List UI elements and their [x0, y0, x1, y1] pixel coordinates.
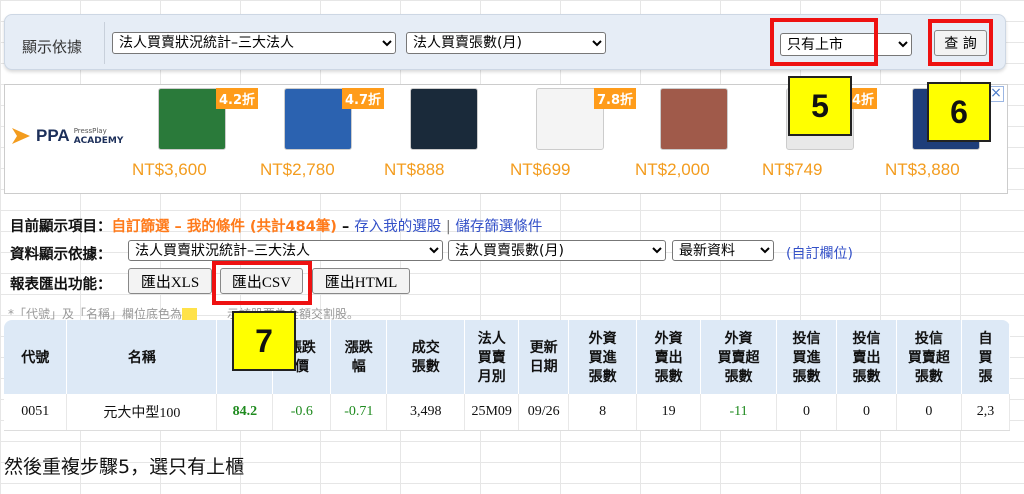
- column-header[interactable]: 外資 賣出 張數: [636, 320, 702, 394]
- column-header[interactable]: 外資 買進 張數: [568, 320, 638, 394]
- note-text-pre: *「代號」及「名稱」欄位底色為: [8, 307, 183, 321]
- column-header[interactable]: 成交 張數: [386, 320, 466, 394]
- column-header[interactable]: 更新 日期: [518, 320, 570, 394]
- table-cell: 0: [896, 394, 962, 431]
- table-cell: 84.2: [216, 394, 274, 431]
- column-header[interactable]: 外資 買賣超 張數: [700, 320, 778, 394]
- ad-course-image[interactable]: [660, 88, 728, 150]
- stock-table: 代號名稱成漲跌價漲跌幅成交張數法人買賣月別更新日期外資買進張數外資賣出張數外資買…: [4, 320, 1010, 432]
- ad-brand: PPA: [36, 126, 70, 145]
- save-selection-link[interactable]: 存入我的選股: [354, 219, 441, 235]
- ad-price[interactable]: NT$2,000: [635, 160, 710, 180]
- current-label: 目前顯示項目：: [10, 219, 112, 235]
- column-header[interactable]: 自買張: [961, 320, 1010, 394]
- column-header[interactable]: 漲跌幅: [330, 320, 388, 394]
- column-header[interactable]: 投信 買賣超 張數: [896, 320, 962, 394]
- ad-discount-badge: 4.2折: [216, 88, 259, 109]
- current-display-line: 目前顯示項目：自訂篩選 – 我的條件 (共計484筆) – 存入我的選股 | 儲…: [10, 215, 542, 236]
- export-xls-button[interactable]: 匯出XLS: [128, 268, 212, 294]
- ad-course-image[interactable]: [410, 88, 478, 150]
- callout-step-7: 7: [232, 311, 296, 371]
- ad-brand-sub: ACADEMY: [73, 136, 124, 146]
- table-cell[interactable]: 元大中型100: [66, 394, 218, 431]
- data-basis-latest-select[interactable]: 最新資料: [672, 240, 774, 261]
- column-header[interactable]: 投信 賣出 張數: [836, 320, 897, 394]
- ad-price[interactable]: NT$2,780: [260, 160, 335, 180]
- ad-price[interactable]: NT$749: [762, 160, 822, 180]
- table-cell: 25M09: [464, 394, 520, 431]
- ad-discount-badge: 4.7折: [342, 88, 385, 109]
- export-label: 報表匯出功能：: [10, 277, 112, 293]
- play-logo-icon: [12, 128, 30, 144]
- table-cell: 2,3: [961, 394, 1010, 431]
- ad-price[interactable]: NT$888: [384, 160, 444, 180]
- table-cell[interactable]: 0051: [4, 394, 68, 431]
- table-cell: -0.6: [272, 394, 332, 431]
- table-cell: 0: [836, 394, 897, 431]
- filter-period-select[interactable]: 法人買賣張數(月): [406, 32, 606, 54]
- data-basis-label: 資料顯示依據：: [10, 247, 112, 263]
- column-header[interactable]: 法人 買賣 月別: [464, 320, 520, 394]
- custom-column-link[interactable]: (自訂欄位): [786, 243, 853, 263]
- export-html-button[interactable]: 匯出HTML: [312, 268, 410, 294]
- ad-price[interactable]: NT$699: [510, 160, 570, 180]
- table-cell: 19: [636, 394, 702, 431]
- callout-step-5: 5: [788, 76, 852, 136]
- callout-step-6: 6: [927, 82, 991, 142]
- table-cell: 8: [568, 394, 638, 431]
- instruction-text: 然後重複步驟5，選只有上櫃: [4, 456, 245, 478]
- table-cell: 3,498: [386, 394, 466, 431]
- filter-label: 顯示依據: [22, 38, 83, 56]
- data-basis-type-select[interactable]: 法人買賣狀況統計–三大法人: [128, 240, 443, 261]
- table-cell: 09/26: [518, 394, 570, 431]
- link-separator: |: [441, 219, 456, 235]
- column-header[interactable]: 名稱: [66, 320, 218, 394]
- ad-brand-small: PressPlay: [73, 127, 107, 135]
- current-dash: –: [336, 219, 355, 235]
- table-row[interactable]: 0051 元大中型100 84.2 -0.6 -0.71 3,498 25M09 09/26 8…: [4, 394, 1010, 431]
- ad-logo[interactable]: PPA PressPlay ACADEMY: [10, 126, 123, 146]
- column-header[interactable]: 代號: [4, 320, 68, 394]
- ad-price[interactable]: NT$3,600: [132, 160, 207, 180]
- table-cell: -11: [700, 394, 778, 431]
- highlight-market-select: [770, 18, 878, 66]
- filter-type-select[interactable]: 法人買賣狀況統計–三大法人: [112, 32, 396, 54]
- data-basis-period-select[interactable]: 法人買賣張數(月): [448, 240, 666, 261]
- ad-price[interactable]: NT$3,880: [885, 160, 960, 180]
- table-cell: -0.71: [330, 394, 388, 431]
- current-value: 自訂篩選 – 我的條件 (共計484筆): [111, 219, 337, 235]
- ad-discount-badge: 7.8折: [594, 88, 637, 109]
- save-filter-link[interactable]: 儲存篩選條件: [455, 219, 542, 235]
- table-cell: 0: [776, 394, 837, 431]
- filter-divider: [104, 22, 105, 64]
- highlight-query-button: [928, 19, 993, 66]
- column-header[interactable]: 投信 買進 張數: [776, 320, 837, 394]
- highlight-export-csv: [212, 261, 312, 305]
